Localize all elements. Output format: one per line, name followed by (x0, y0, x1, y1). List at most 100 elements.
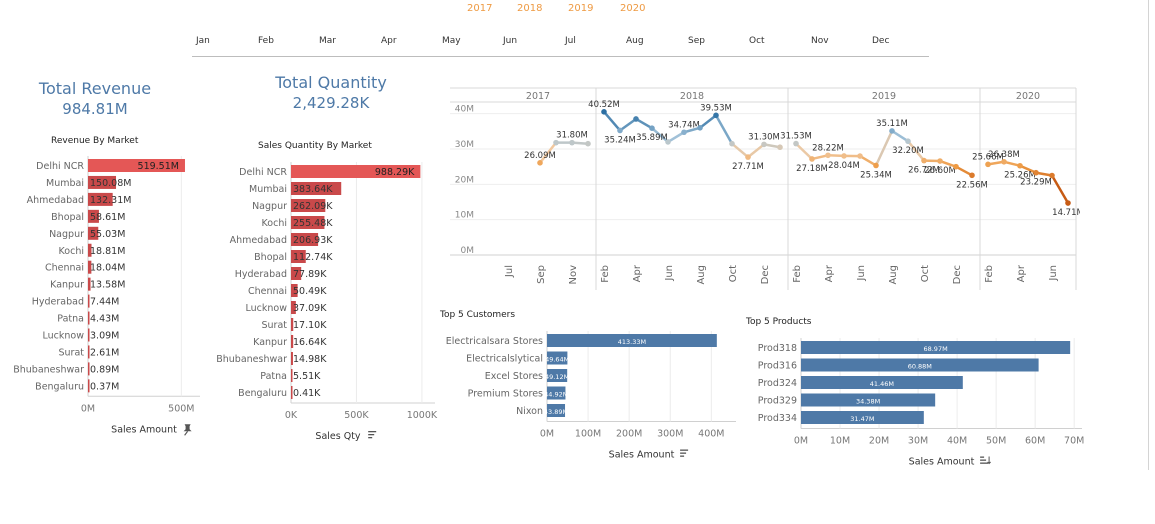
data-point[interactable] (793, 140, 799, 147)
data-point[interactable] (857, 153, 863, 159)
data-point[interactable] (1033, 169, 1039, 176)
year-filter-2017[interactable]: 2017 (467, 3, 492, 14)
trend-line-segment (890, 129, 910, 143)
year-header-label: 2017 (526, 91, 550, 102)
data-point[interactable] (809, 156, 815, 162)
data-point[interactable] (1065, 200, 1071, 206)
top5-customers-chart[interactable]: Electricalsara Stores 413.33M Electricalsl… (430, 325, 740, 465)
month-filter-feb[interactable]: Feb (258, 36, 274, 46)
pin-icon[interactable] (183, 424, 192, 436)
data-label: 27.18M (796, 164, 828, 174)
data-point[interactable] (569, 139, 575, 146)
data-label: 132.31M (90, 195, 131, 206)
year-header-label: 2019 (872, 91, 896, 102)
data-point[interactable] (697, 125, 703, 131)
data-point[interactable] (953, 163, 959, 170)
data-point[interactable] (537, 160, 543, 166)
year-filter-2020[interactable]: 2020 (620, 3, 645, 14)
data-label: 43.89M (544, 408, 568, 416)
data-label: 35.11M (876, 119, 908, 129)
sales-qty-by-market-chart[interactable]: Delhi NCR 988.29K Mumbai 383.64K Nagpur 262.0… (205, 155, 445, 445)
data-point[interactable] (985, 161, 991, 168)
data-label: 60.88M (908, 363, 932, 371)
category-label: Mumbai (46, 178, 84, 189)
sales-qty-by-market-title: Sales Quantity By Market (258, 141, 372, 151)
data-point[interactable] (921, 157, 927, 164)
month-filter-dec[interactable]: Dec (872, 36, 889, 46)
data-point[interactable] (777, 144, 783, 151)
month-filter-oct[interactable]: Oct (749, 36, 765, 46)
data-point[interactable] (601, 109, 607, 115)
year-filter-2018[interactable]: 2018 (517, 3, 542, 14)
data-label: 112.74K (293, 252, 333, 263)
month-filter-jun[interactable]: Jun (503, 36, 517, 46)
data-label: 25.34M (860, 170, 892, 180)
sort-desc-icon[interactable] (980, 456, 991, 465)
x-tick-label: 0K (285, 410, 298, 421)
data-label: 40.52M (588, 100, 620, 110)
x-tick-label: Apr (1016, 264, 1027, 282)
data-point[interactable] (729, 140, 735, 147)
data-point[interactable] (761, 141, 767, 148)
y-tick-label: 30M (455, 140, 474, 150)
data-point[interactable] (681, 129, 687, 136)
data-label: 5.51K (293, 371, 321, 382)
x-tick-label: 50M (986, 436, 1006, 447)
data-point[interactable] (585, 140, 591, 147)
month-filter-sep[interactable]: Sep (688, 36, 705, 46)
monthly-revenue-trend-chart[interactable]: 0M 10M 20M 30M 40M 2017 2018 2019 2020 Jul Sep Nov F… (440, 80, 1080, 300)
x-tick-label: 300M (657, 429, 683, 440)
x-axis-title: Sales Amount (111, 424, 177, 435)
category-label: Nixon (516, 406, 543, 417)
category-label: Mumbai (249, 184, 287, 195)
data-label: 41.46M (870, 380, 894, 388)
scrollbar-edge (1148, 0, 1149, 470)
month-filter-aug[interactable]: Aug (626, 36, 644, 46)
data-label: 77.89K (293, 269, 327, 280)
year-filter-2019[interactable]: 2019 (568, 3, 593, 14)
data-point[interactable] (633, 116, 639, 122)
data-label: 23.29M (1020, 178, 1052, 188)
month-filter-mar[interactable]: Mar (319, 36, 336, 46)
data-point[interactable] (969, 172, 975, 179)
month-filter-apr[interactable]: Apr (381, 36, 397, 46)
month-filter-may[interactable]: May (442, 36, 461, 46)
data-point[interactable] (617, 127, 623, 134)
data-point[interactable] (713, 112, 719, 119)
x-tick-label: 30M (908, 436, 928, 447)
data-point[interactable] (745, 154, 751, 160)
data-point[interactable] (665, 139, 671, 145)
x-tick-label: Oct (920, 265, 931, 282)
x-axis-title: Sales Qty (315, 431, 361, 442)
data-point[interactable] (1017, 162, 1023, 169)
data-point[interactable] (1049, 172, 1055, 179)
data-point[interactable] (649, 125, 655, 131)
data-point[interactable] (873, 162, 879, 169)
data-label: 0.89M (90, 364, 119, 375)
data-point[interactable] (937, 158, 943, 164)
data-point[interactable] (841, 153, 847, 159)
x-tick-label: Sep (536, 265, 547, 284)
sort-icon[interactable] (680, 449, 689, 457)
x-tick-label: Dec (760, 265, 771, 284)
month-filter-jul[interactable]: Jul (565, 36, 576, 46)
data-point[interactable] (905, 138, 911, 145)
category-label: Bhubaneshwar (13, 364, 84, 375)
top5-products-chart[interactable]: Prod318 68.97M Prod316 60.88M Prod324 41.46M P… (745, 330, 1095, 470)
month-filter-jan[interactable]: Jan (196, 36, 210, 46)
data-point[interactable] (1001, 158, 1007, 165)
x-tick-label: Dec (952, 265, 963, 284)
data-label: 519.51M (138, 161, 179, 172)
data-label: 28.22M (812, 143, 844, 153)
data-point[interactable] (889, 128, 895, 134)
x-tick-label: Apr (824, 264, 835, 282)
data-point[interactable] (553, 139, 559, 146)
sort-icon[interactable] (368, 431, 377, 439)
month-filter-nov[interactable]: Nov (811, 36, 829, 46)
category-label: Electricalsara Stores (446, 336, 543, 347)
data-point[interactable] (825, 152, 831, 159)
data-label: 34.74M (668, 120, 700, 130)
revenue-by-market-chart[interactable]: Delhi NCR 519.51M Mumbai 150.08M Ahmedabad 13… (0, 150, 215, 440)
data-label: 34.38M (856, 398, 880, 406)
sort-icon-line (680, 449, 689, 451)
